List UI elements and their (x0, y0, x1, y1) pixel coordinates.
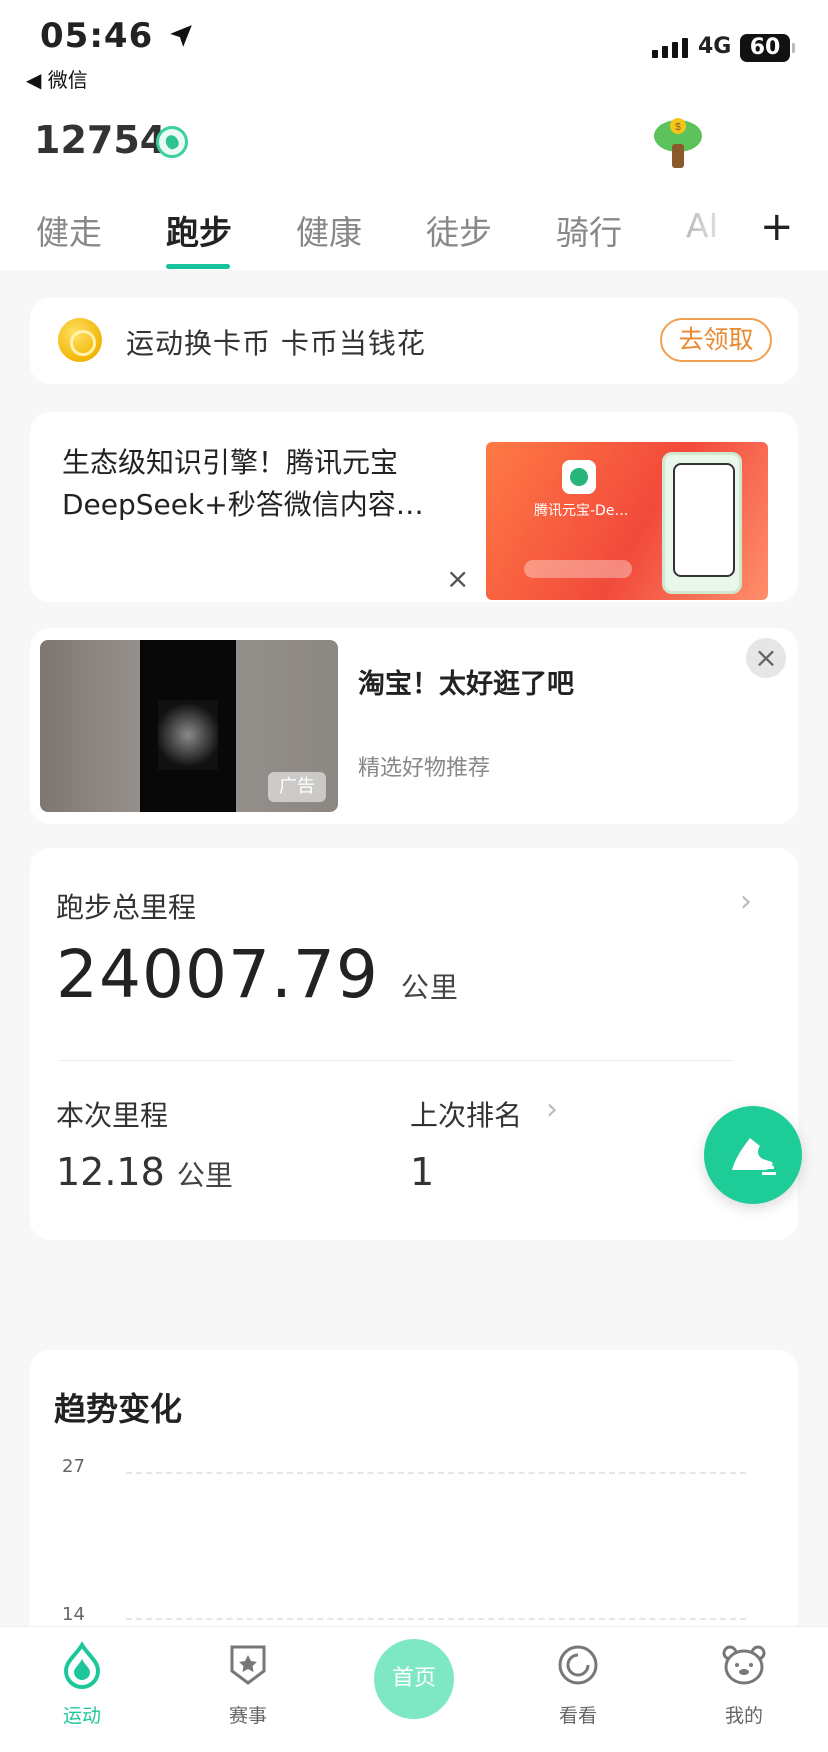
tab-hiking[interactable]: 徒步 (426, 206, 492, 254)
nav-profile-label: 我的 (724, 1705, 763, 1727)
tabs-fade (686, 206, 746, 256)
total-distance-label: 跑步总里程 (56, 891, 197, 924)
last-rank-label[interactable]: 上次排名 (410, 1094, 522, 1134)
money-tree-icon[interactable]: $ (652, 114, 704, 170)
claim-button[interactable]: 去领取 (660, 318, 772, 362)
app-header: 12754 $ 健走 跑步 健康 徒步 骑行 AI + (0, 110, 828, 270)
divider (60, 1060, 732, 1061)
ad-image: 腾讯元宝-De… (486, 442, 768, 600)
chevron-right-icon[interactable]: › (546, 1092, 558, 1127)
nav-sport-label: 运动 (62, 1705, 101, 1727)
grid-line (126, 1618, 746, 1620)
ad-badge: 广告 (268, 772, 326, 802)
trend-card: 趋势变化 27 14 (30, 1350, 798, 1650)
nav-watch-label: 看看 (558, 1705, 597, 1727)
sport-tabs: 健走 跑步 健康 徒步 骑行 AI + (0, 204, 828, 270)
badge-icon (230, 1645, 266, 1685)
start-run-button[interactable] (704, 1106, 802, 1204)
phone-mockup (662, 452, 742, 594)
current-distance-label: 本次里程 (56, 1099, 169, 1132)
current-distance-value: 12.18 公里 (56, 1150, 233, 1194)
coin-icon (58, 318, 102, 362)
ad-card-yuanbao[interactable]: 生态级知识引擎！腾讯元宝DeepSeek+秒答微信内容… × 腾讯元宝-De… (30, 412, 798, 602)
network-type: 4G (698, 34, 732, 59)
app-logo-icon (562, 460, 596, 494)
ad-video-glow (158, 700, 218, 770)
close-icon[interactable]: × (746, 638, 786, 678)
tab-cycling[interactable]: 骑行 (556, 206, 622, 254)
nav-watch[interactable]: 看看 (518, 1641, 638, 1728)
nav-events[interactable]: 赛事 (188, 1641, 308, 1728)
bear-icon (722, 1645, 766, 1685)
nav-profile[interactable]: 我的 (684, 1641, 804, 1728)
coin-promo-card[interactable]: 运动换卡币 卡币当钱花 去领取 (30, 298, 798, 384)
back-to-wechat[interactable]: ◀ 微信 (26, 64, 88, 93)
ring-icon (558, 1645, 598, 1685)
tab-walk[interactable]: 健走 (36, 206, 102, 254)
total-distance-value: 24007.79 公里 (56, 936, 459, 1013)
ad-image: 广告 (40, 640, 338, 812)
running-stats-card[interactable]: 跑步总里程 › 24007.79 公里 本次里程 12.18 公里 上次排名 ›… (30, 848, 798, 1240)
shoe-icon (156, 126, 188, 158)
add-tab-button[interactable]: + (760, 204, 794, 250)
step-count: 12754 (34, 118, 167, 162)
status-bar: 05:46 ◀ 微信 4G 60 (0, 0, 828, 110)
promo-text: 运动换卡币 卡币当钱花 (126, 327, 426, 360)
battery-icon: 60 (740, 34, 795, 62)
grid-line (126, 1472, 746, 1474)
trend-title: 趋势变化 (54, 1390, 183, 1428)
ad-image-button (524, 560, 632, 578)
ad-title: 生态级知识引擎！腾讯元宝DeepSeek+秒答微信内容… (62, 446, 424, 521)
y-tick-label: 14 (62, 1604, 85, 1625)
tab-health[interactable]: 健康 (296, 206, 362, 254)
active-tab-indicator (166, 264, 230, 269)
ad-subtitle: 精选好物推荐 (358, 756, 491, 781)
last-rank-value: 1 (410, 1150, 435, 1194)
svg-text:$: $ (675, 122, 681, 133)
y-tick-label: 27 (62, 1456, 85, 1477)
bottom-nav: 运动 赛事 首页 看看 我的 (0, 1626, 828, 1752)
signal-icon (652, 38, 688, 58)
ad-card-taobao[interactable]: 广告 淘宝！太好逛了吧 精选好物推荐 × (30, 628, 798, 824)
nav-sport[interactable]: 运动 (22, 1641, 142, 1728)
chevron-right-icon[interactable]: › (740, 884, 752, 919)
clock: 05:46 (40, 16, 194, 56)
nav-home-button[interactable]: 首页 (374, 1639, 454, 1719)
location-arrow-icon (170, 25, 192, 47)
ad-image-caption: 腾讯元宝-De… (534, 503, 629, 519)
ad-title: 淘宝！太好逛了吧 (358, 669, 574, 700)
nav-events-label: 赛事 (228, 1705, 267, 1727)
drop-icon (63, 1641, 101, 1689)
close-icon[interactable]: × (446, 562, 469, 595)
running-shoe-icon (732, 1138, 776, 1175)
tab-running[interactable]: 跑步 (166, 206, 232, 254)
